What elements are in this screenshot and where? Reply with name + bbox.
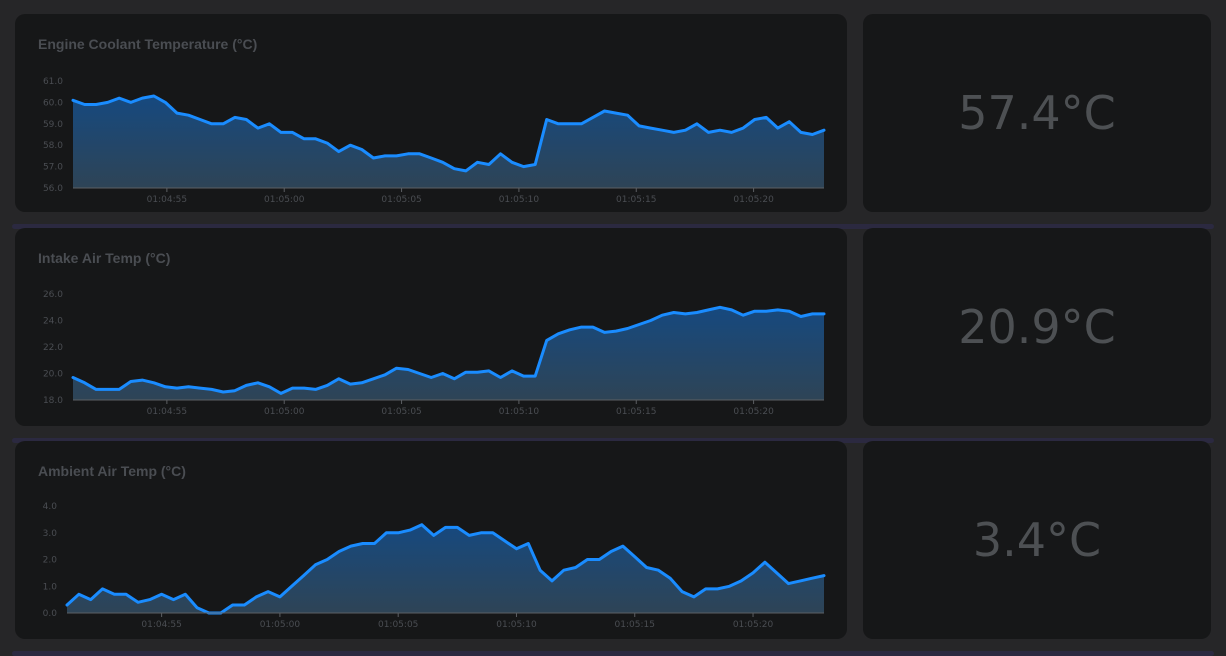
series-area [67, 524, 824, 613]
y-tick-label: 20.0 [43, 370, 63, 380]
intake-air-chart: 18.0 20.0 22.0 24.0 26.0 01:04:55 01:05:00 01:0… [43, 290, 826, 417]
engine-coolant-readout: 57.4°C [958, 86, 1116, 140]
x-tick-label: 01:05:20 [733, 195, 774, 205]
y-tick-label: 26.0 [43, 290, 63, 300]
y-tick-label: 0.0 [43, 609, 58, 619]
y-tick-label: 22.0 [43, 343, 63, 353]
y-tick-label: 59.0 [43, 120, 63, 130]
x-tick-label: 01:05:05 [381, 407, 421, 417]
x-tick-label: 01:05:00 [264, 195, 305, 205]
x-tick-label: 01:05:00 [260, 620, 301, 630]
x-tick-label: 01:04:55 [147, 195, 187, 205]
y-tick-label: 4.0 [43, 502, 58, 512]
x-tick-label: 01:05:10 [496, 620, 537, 630]
y-tick-label: 2.0 [43, 556, 58, 566]
ambient-air-chart-panel: Ambient Air Temp (°C) 0.0 1.0 2.0 3.0 4.0 01:… [15, 441, 847, 639]
y-tick-label: 3.0 [43, 529, 58, 539]
intake-air-chart-panel: Intake Air Temp (°C) 18.0 20.0 22.0 24.0 26.… [15, 228, 847, 426]
y-tick-label: 18.0 [43, 396, 63, 406]
ambient-air-chart: 0.0 1.0 2.0 3.0 4.0 01:04:55 01:05:00 01:05:05 0… [43, 502, 826, 630]
x-tick-label: 01:05:15 [616, 407, 656, 417]
y-tick-label: 61.0 [43, 77, 63, 87]
y-tick-label: 56.0 [43, 184, 63, 194]
intake-air-readout: 20.9°C [958, 300, 1116, 354]
ambient-air-readout: 3.4°C [972, 513, 1102, 567]
x-tick-label: 01:05:15 [615, 620, 655, 630]
ambient-air-value-panel: 3.4°C [863, 441, 1211, 639]
x-tick-label: 01:05:20 [733, 407, 774, 417]
engine-coolant-chart: 56.0 57.0 58.0 59.0 60.0 61.0 01:04:55 01:05:00… [43, 77, 826, 205]
x-tick-label: 01:04:55 [147, 407, 187, 417]
y-tick-label: 1.0 [43, 582, 58, 592]
intake-air-value-panel: 20.9°C [863, 228, 1211, 426]
y-tick-label: 58.0 [43, 141, 63, 151]
x-tick-label: 01:05:05 [378, 620, 418, 630]
y-tick-label: 60.0 [43, 98, 63, 108]
x-tick-label: 01:05:10 [499, 407, 540, 417]
series-area [73, 96, 824, 188]
engine-coolant-row: Engine Coolant Temperature (°C) 56.0 57.0… [0, 14, 1226, 229]
ambient-air-row: Ambient Air Temp (°C) 0.0 1.0 2.0 3.0 4.0 01:… [0, 441, 1226, 656]
x-tick-label: 01:05:10 [499, 195, 540, 205]
y-tick-label: 24.0 [43, 317, 63, 327]
x-tick-label: 01:05:05 [381, 195, 421, 205]
engine-coolant-value-panel: 57.4°C [863, 14, 1211, 212]
x-tick-label: 01:05:15 [616, 195, 656, 205]
engine-coolant-chart-panel: Engine Coolant Temperature (°C) 56.0 57.0… [15, 14, 847, 212]
intake-air-row: Intake Air Temp (°C) 18.0 20.0 22.0 24.0 26.… [0, 228, 1226, 443]
x-tick-label: 01:05:00 [264, 407, 305, 417]
x-tick-label: 01:04:55 [141, 620, 181, 630]
y-tick-label: 57.0 [43, 163, 63, 173]
x-tick-label: 01:05:20 [733, 620, 774, 630]
